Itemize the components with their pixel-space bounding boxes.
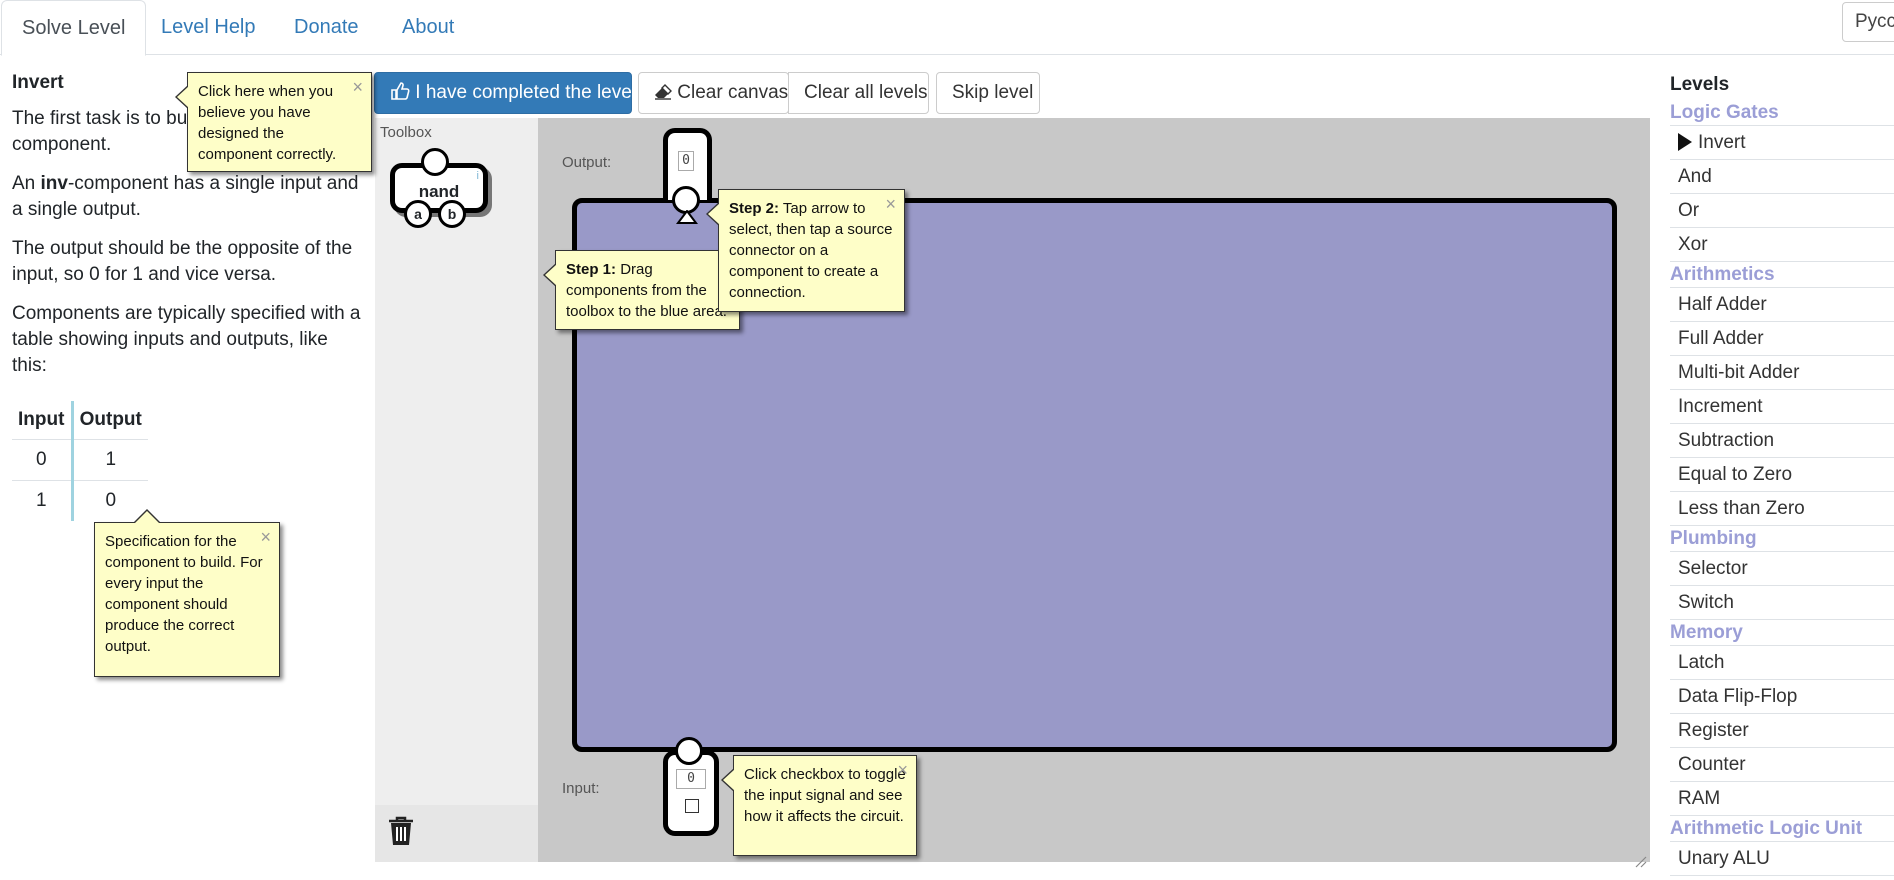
description-paragraph-3: The output should be the opposite of the… [12,238,353,285]
level-item-data-flip-flop[interactable]: Data Flip-Flop [1670,680,1894,714]
tab-solve-level[interactable]: Solve Level [1,0,147,56]
table-cell: 1 [70,439,148,481]
level-group-heading: Arithmetics [1670,262,1894,288]
table-cell: 1 [12,480,72,521]
nand-input-b[interactable]: b [438,200,466,228]
levels-title: Levels [1670,74,1730,95]
toolbox-panel [375,118,538,862]
level-item-unary-alu[interactable]: Unary ALU [1670,842,1894,876]
level-item-subtraction[interactable]: Subtraction [1670,424,1894,458]
output-label: Output: [562,154,612,171]
level-group-heading: Logic Gates [1670,100,1894,126]
step1-tooltip: Step 1: Drag components from the toolbox… [543,250,740,330]
table-cell: 0 [12,439,72,481]
close-icon[interactable]: × [885,194,896,215]
spec-table: Input Output 0 1 1 0 [12,401,148,521]
completed-level-label: I have completed the level [415,82,637,103]
level-item-full-adder[interactable]: Full Adder [1670,322,1894,356]
thumbs-up-icon [390,82,415,103]
clear-all-levels-button[interactable]: Clear all levels [788,72,929,114]
top-nav: Solve Level Level Help Donate About Русс… [0,0,1894,56]
input-label: Input: [562,780,600,797]
resize-grip-icon[interactable] [1634,855,1648,869]
close-icon[interactable]: × [260,527,271,548]
tab-level-help[interactable]: Level Help [141,0,276,55]
level-item-ram[interactable]: RAM [1670,782,1894,816]
close-icon[interactable]: × [352,77,363,98]
nand-gate-label: nand [418,182,460,201]
table-header-row: Input Output [12,401,148,440]
eraser-icon [654,82,677,103]
close-icon[interactable]: × [897,760,908,781]
level-item-invert[interactable]: Invert [1670,126,1894,160]
trash-icon[interactable] [387,815,415,852]
level-item-multi-bit-adder[interactable]: Multi-bit Adder [1670,356,1894,390]
level-group-heading: Arithmetic Logic Unit [1670,816,1894,842]
input-value: 0 [676,769,706,789]
level-item-selector[interactable]: Selector [1670,552,1894,586]
input-checkbox[interactable] [685,799,699,813]
completed-level-button[interactable]: I have completed the level [374,72,636,114]
level-item-increment[interactable]: Increment [1670,390,1894,424]
toolbox-label: Toolbox [380,124,432,141]
level-group-heading: Memory [1670,620,1894,646]
current-level-icon [1678,133,1692,151]
select-arrow-icon[interactable] [676,210,698,224]
level-group-heading: Plumbing [1670,526,1894,552]
complete-level-tooltip: × Click here when you believe you have d… [175,72,372,172]
tab-donate[interactable]: Donate [274,0,379,55]
nand-output-connector[interactable] [421,148,449,176]
skip-level-button[interactable]: Skip level [936,72,1040,114]
tab-about[interactable]: About [382,0,474,55]
level-item-latch[interactable]: Latch [1670,646,1894,680]
output-value: 0 [678,151,694,171]
table-header: Input [18,409,65,430]
levels-sidebar: Levels Logic Gates Invert And Or Xor Ari… [1670,74,1894,876]
checkbox-tooltip: × Click checkbox to toggle the input sig… [721,755,917,856]
trash-area[interactable] [375,805,538,862]
table-row: 0 1 [12,439,148,481]
input-connector[interactable] [675,737,703,765]
info-icon: i [476,170,479,182]
language-button[interactable]: Русский [1842,2,1894,42]
clear-canvas-label: Clear canvas [677,82,789,103]
spec-tooltip: × Specification for the component to bui… [94,509,280,677]
level-item-half-adder[interactable]: Half Adder [1670,288,1894,322]
step2-tooltip: × Step 2: Tap arrow to select, then tap … [706,189,905,312]
description-paragraph-2: An inv-component has a single input and … [12,173,359,220]
level-item-register[interactable]: Register [1670,714,1894,748]
description-paragraph-4: Components are typically specified with … [12,303,361,376]
level-item-equal-to-zero[interactable]: Equal to Zero [1670,458,1894,492]
level-item-less-than-zero[interactable]: Less than Zero [1670,492,1894,526]
level-item-and[interactable]: And [1670,160,1894,194]
table-header: Output [70,401,148,440]
clear-canvas-button[interactable]: Clear canvas [638,72,789,114]
table-row: 1 0 [12,480,148,521]
level-item-switch[interactable]: Switch [1670,586,1894,620]
level-item-or[interactable]: Or [1670,194,1894,228]
level-item-xor[interactable]: Xor [1670,228,1894,262]
level-item-counter[interactable]: Counter [1670,748,1894,782]
nand-input-a[interactable]: a [404,200,432,228]
